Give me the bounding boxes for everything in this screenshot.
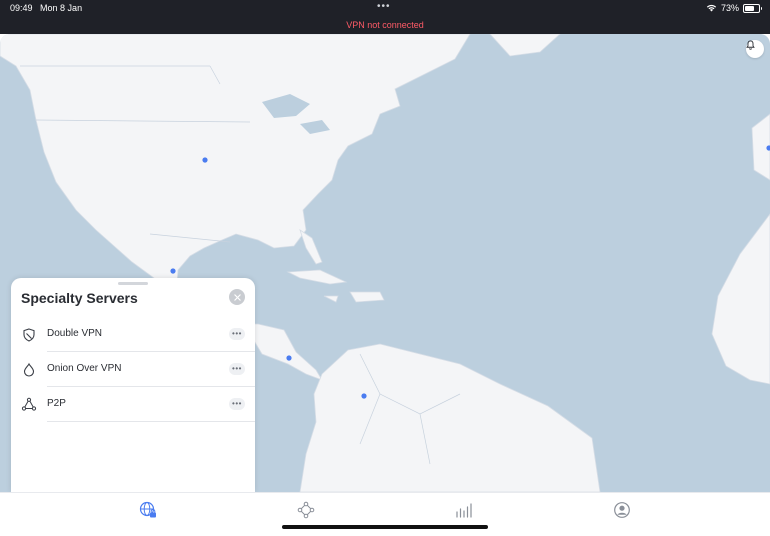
cuba	[286, 269, 348, 285]
close-panel-button[interactable]	[229, 289, 245, 305]
vpn-connection-status: VPN not connected	[346, 20, 424, 30]
panel-drag-handle[interactable]	[118, 282, 148, 285]
divider	[47, 421, 255, 422]
north-america-landmass	[0, 34, 471, 297]
more-options-button[interactable]: •••	[229, 328, 245, 340]
server-dot-mexico	[170, 268, 176, 274]
more-options-button[interactable]: •••	[229, 363, 245, 375]
home-indicator[interactable]	[282, 525, 488, 529]
florida	[299, 229, 323, 265]
greenland	[489, 34, 561, 57]
list-item-label: Onion Over VPN	[47, 363, 122, 374]
list-item-onion-over-vpn[interactable]: Onion Over VPN •••	[11, 352, 255, 387]
onion-icon	[23, 362, 35, 377]
multitasking-dots[interactable]: •••	[377, 1, 391, 12]
panel-title: Specialty Servers	[21, 290, 138, 306]
battery-percent: 73%	[720, 3, 739, 13]
wifi-icon	[706, 4, 717, 12]
meshnet-icon[interactable]	[297, 501, 315, 519]
more-options-button[interactable]: •••	[229, 398, 245, 410]
profile-icon[interactable]	[613, 501, 631, 519]
list-item-label: Double VPN	[47, 328, 103, 339]
server-dot-colombia	[361, 393, 367, 399]
stats-icon[interactable]	[455, 501, 473, 519]
specialty-servers-panel: Specialty Servers Double VPN ••• Onion O…	[11, 278, 255, 492]
battery-icon	[743, 3, 762, 13]
bell-icon	[746, 40, 755, 50]
list-item-double-vpn[interactable]: Double VPN •••	[11, 317, 255, 352]
status-time: 09:49 Mon 8 Jan	[10, 3, 83, 13]
p2p-icon	[21, 397, 37, 411]
list-item-p2p[interactable]: P2P •••	[11, 387, 255, 422]
status-bar: 09:49 Mon 8 Jan ••• VPN not connected 73…	[0, 0, 770, 34]
south-america-landmass	[299, 343, 601, 492]
server-dot-costa-rica	[286, 355, 292, 361]
hispaniola	[349, 291, 385, 303]
server-dot-usa	[202, 157, 208, 163]
status-date: Mon 8 Jan	[40, 3, 83, 13]
shield-icon	[23, 328, 35, 342]
notification-bell-button[interactable]	[746, 40, 764, 58]
globe-lock-icon[interactable]	[139, 501, 157, 519]
africa-landmass	[711, 213, 770, 385]
list-item-label: P2P	[47, 398, 66, 409]
close-icon	[233, 293, 241, 301]
bottom-tab-bar	[0, 492, 770, 536]
jamaica	[323, 295, 339, 303]
status-right: 73%	[706, 3, 762, 13]
